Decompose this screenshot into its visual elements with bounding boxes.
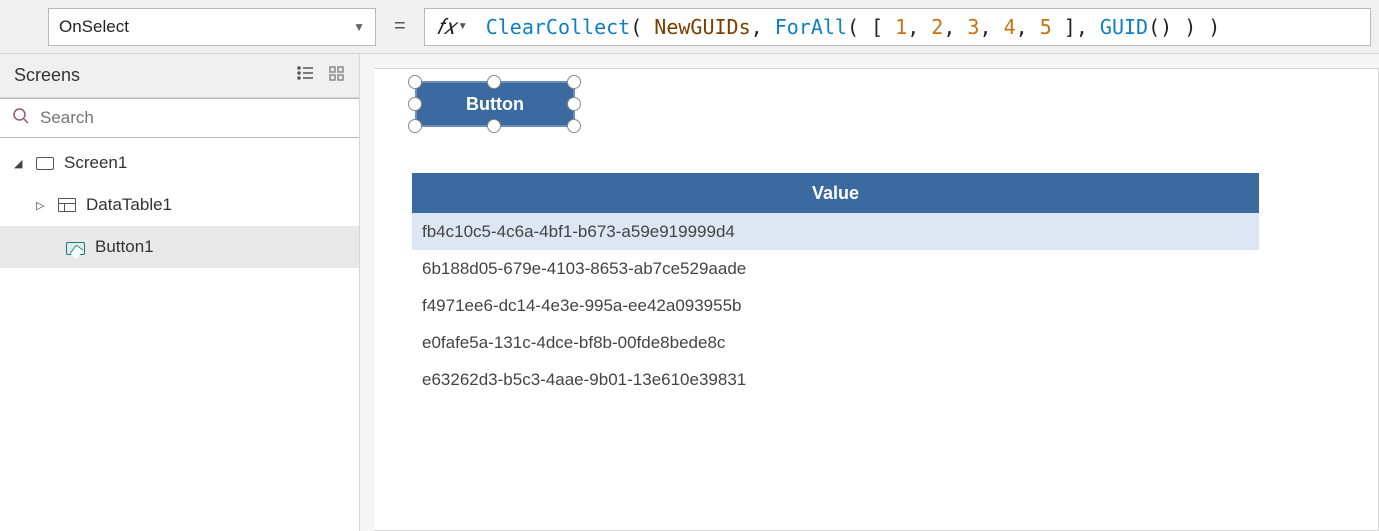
table-row[interactable]: fb4c10c5-4c6a-4bf1-b673-a59e919999d4 bbox=[412, 213, 1259, 250]
panel-title: Screens bbox=[14, 65, 80, 86]
table-icon bbox=[58, 198, 76, 212]
resize-handle-ml[interactable] bbox=[408, 97, 422, 111]
resize-handle-mr[interactable] bbox=[567, 97, 581, 111]
table-row[interactable]: f4971ee6-dc14-4e3e-995a-ee42a093955b bbox=[412, 287, 1259, 324]
tree-item-screen1[interactable]: ◢ Screen1 bbox=[0, 142, 359, 184]
button-label: Button bbox=[466, 94, 524, 115]
resize-handle-br[interactable] bbox=[567, 119, 581, 133]
panel-header: Screens bbox=[0, 54, 359, 98]
chevron-down-icon: ▼ bbox=[353, 20, 365, 34]
formula-text: ClearCollect( NewGUIDs, ForAll( [ 1, 2, … bbox=[486, 15, 1221, 39]
formula-bar: OnSelect ▼ = 𝑓𝑥▼ ClearCollect( NewGUIDs,… bbox=[0, 0, 1379, 54]
fx-icon: 𝑓𝑥▼ bbox=[437, 14, 468, 40]
search-box[interactable] bbox=[0, 98, 359, 138]
table-row[interactable]: e63262d3-b5c3-4aae-9b01-13e610e39831 bbox=[412, 361, 1259, 398]
grid-view-icon[interactable] bbox=[329, 66, 345, 85]
resize-handle-tm[interactable] bbox=[487, 75, 501, 89]
tree-item-datatable1[interactable]: ▷ DataTable1 bbox=[0, 184, 359, 226]
tree-item-button1[interactable]: Button1 bbox=[0, 226, 359, 268]
tree-view-panel: Screens ◢ Screen1 ▷ bbox=[0, 54, 360, 531]
data-table[interactable]: Value fb4c10c5-4c6a-4bf1-b673-a59e919999… bbox=[412, 173, 1259, 398]
tree: ◢ Screen1 ▷ DataTable1 Button1 bbox=[0, 138, 359, 268]
search-icon bbox=[12, 107, 30, 130]
resize-handle-bl[interactable] bbox=[408, 119, 422, 133]
table-row[interactable]: 6b188d05-679e-4103-8653-ab7ce529aade bbox=[412, 250, 1259, 287]
tree-item-label: DataTable1 bbox=[86, 195, 172, 215]
tree-item-label: Button1 bbox=[95, 237, 154, 257]
search-input[interactable] bbox=[40, 108, 347, 128]
button-icon bbox=[66, 242, 85, 255]
screen-icon bbox=[36, 157, 54, 170]
list-view-icon[interactable] bbox=[297, 66, 315, 85]
resize-handle-bm[interactable] bbox=[487, 119, 501, 133]
tree-item-label: Screen1 bbox=[64, 153, 127, 173]
resize-handle-tl[interactable] bbox=[408, 75, 422, 89]
equals-label: = bbox=[384, 15, 416, 38]
canvas[interactable]: Button Value fb4c10c5-4c6a-4bf1-b673-a59… bbox=[374, 68, 1379, 531]
expand-icon[interactable]: ▷ bbox=[36, 199, 48, 212]
resize-handle-tr[interactable] bbox=[567, 75, 581, 89]
formula-input[interactable]: 𝑓𝑥▼ ClearCollect( NewGUIDs, ForAll( [ 1,… bbox=[424, 8, 1371, 46]
property-name: OnSelect bbox=[59, 17, 129, 37]
property-selector[interactable]: OnSelect ▼ bbox=[48, 8, 376, 46]
table-header-value[interactable]: Value bbox=[412, 173, 1259, 213]
collapse-icon[interactable]: ◢ bbox=[14, 157, 26, 170]
table-row[interactable]: e0fafe5a-131c-4dce-bf8b-00fde8bede8c bbox=[412, 324, 1259, 361]
